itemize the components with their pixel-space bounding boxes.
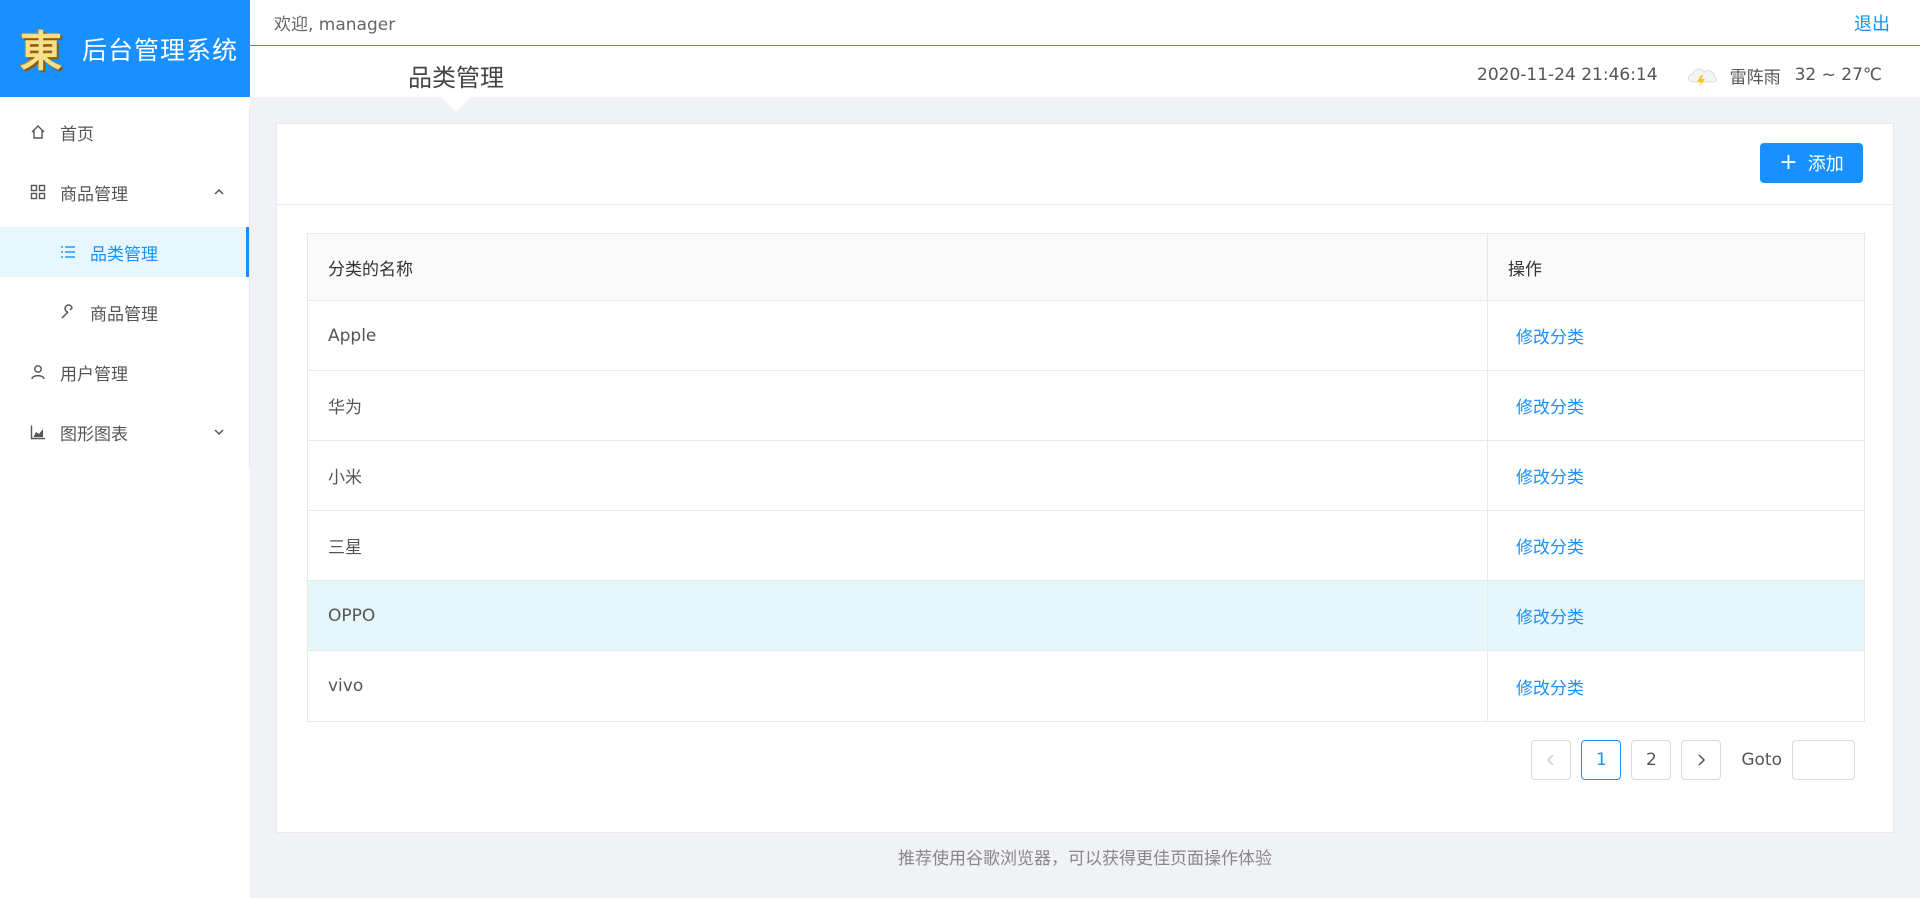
table-row: 华为 修改分类 xyxy=(308,371,1864,441)
next-page-button[interactable] xyxy=(1681,740,1722,780)
chevron-left-icon xyxy=(1547,754,1554,766)
side-menu: 首页 商品管理 品类管理 商品管理 用户管理 图形图表 xyxy=(0,107,250,467)
card-header: + 添加 xyxy=(277,124,1893,205)
column-header-name: 分类的名称 xyxy=(308,234,1488,300)
action-cell: 修改分类 xyxy=(1488,301,1864,370)
sidebar-item-label: 商品管理 xyxy=(60,184,128,205)
sidebar-item-label: 首页 xyxy=(60,124,94,145)
prev-page-button[interactable] xyxy=(1531,740,1572,780)
category-name-cell: OPPO xyxy=(308,581,1488,650)
edit-category-link[interactable]: 修改分类 xyxy=(1516,674,1584,699)
table-header-row: 分类的名称 操作 xyxy=(308,234,1864,301)
title-caret xyxy=(440,96,472,112)
sidebar-item-products-group[interactable]: 商品管理 xyxy=(0,167,249,217)
column-header-action: 操作 xyxy=(1508,259,1542,280)
app-title: 后台管理系统 xyxy=(82,35,239,65)
edit-category-link[interactable]: 修改分类 xyxy=(1516,393,1584,418)
table-row-hovered: OPPO 修改分类 xyxy=(308,581,1864,651)
bars-icon xyxy=(60,244,76,260)
action-cell: 修改分类 xyxy=(1488,511,1864,580)
add-button-label: 添加 xyxy=(1807,154,1844,175)
chevron-down-icon xyxy=(214,429,224,436)
category-name-cell: 三星 xyxy=(308,511,1488,580)
table-row: Apple 修改分类 xyxy=(308,301,1864,371)
sidebar-item-home[interactable]: 首页 xyxy=(0,107,249,157)
goto-page-input[interactable] xyxy=(1792,740,1855,780)
page-title: 品类管理 xyxy=(408,64,504,92)
sidebar: 東 后台管理系统 首页 商品管理 品类管理 商品管理 用户管理 图形图表 xyxy=(0,0,250,898)
temperature-text: 32 ~ 27℃ xyxy=(1794,65,1882,85)
edit-category-link[interactable]: 修改分类 xyxy=(1516,463,1584,488)
user-icon xyxy=(30,364,46,380)
action-cell: 修改分类 xyxy=(1488,651,1864,721)
pagination: 1 2 Goto xyxy=(1521,740,1855,780)
page-button-2[interactable]: 2 xyxy=(1631,740,1672,780)
page-button-1[interactable]: 1 xyxy=(1581,740,1622,780)
edit-category-link[interactable]: 修改分类 xyxy=(1516,603,1584,628)
category-name-cell: vivo xyxy=(308,651,1488,721)
sidebar-item-label: 商品管理 xyxy=(90,304,158,325)
logo-image: 東 xyxy=(19,27,62,76)
sidebar-item-products[interactable]: 商品管理 xyxy=(0,287,249,337)
table-row: 小米 修改分类 xyxy=(308,441,1864,511)
action-cell: 修改分类 xyxy=(1488,371,1864,440)
weather-text: 雷阵雨 xyxy=(1729,67,1781,88)
category-card: + 添加 分类的名称 操作 Apple 修改分类 华为 修改分类 小米 修改分类… xyxy=(276,123,1894,833)
category-name-cell: 华为 xyxy=(308,371,1488,440)
chevron-right-icon xyxy=(1698,754,1706,766)
table-row: 三星 修改分类 xyxy=(308,511,1864,581)
sidebar-item-charts[interactable]: 图形图表 xyxy=(0,407,249,457)
datetime: 2020-11-24 21:46:14 xyxy=(1477,65,1658,85)
home-icon xyxy=(30,124,46,140)
chevron-up-icon xyxy=(214,188,224,195)
header-bottom: 品类管理 2020-11-24 21:46:14 雷阵雨 32 ~ 27℃ xyxy=(250,46,1920,112)
welcome-text: 欢迎, manager xyxy=(274,15,396,35)
sidebar-item-label: 品类管理 xyxy=(90,244,158,265)
edit-category-link[interactable]: 修改分类 xyxy=(1516,323,1584,348)
edit-category-link[interactable]: 修改分类 xyxy=(1516,533,1584,558)
category-table: 分类的名称 操作 Apple 修改分类 华为 修改分类 小米 修改分类 三星 修… xyxy=(307,233,1865,722)
sidebar-item-users[interactable]: 用户管理 xyxy=(0,347,249,397)
add-button[interactable]: + 添加 xyxy=(1760,143,1863,183)
action-cell: 修改分类 xyxy=(1488,441,1864,510)
logo[interactable]: 東 后台管理系统 xyxy=(0,0,250,97)
table-row: vivo 修改分类 xyxy=(308,651,1864,721)
category-name-cell: Apple xyxy=(308,301,1488,370)
header: 欢迎, manager 退出 品类管理 2020-11-24 21:46:14 … xyxy=(250,0,1920,112)
sidebar-item-category[interactable]: 品类管理 xyxy=(0,227,249,277)
header-top: 欢迎, manager 退出 xyxy=(250,0,1920,46)
tool-icon xyxy=(60,304,76,320)
thunderstorm-icon xyxy=(1687,68,1717,87)
sidebar-item-label: 图形图表 xyxy=(60,424,128,445)
goto-label: Goto xyxy=(1741,750,1782,770)
action-cell: 修改分类 xyxy=(1488,581,1864,650)
sidebar-item-label: 用户管理 xyxy=(60,364,128,385)
footer-note: 推荐使用谷歌浏览器，可以获得更佳页面操作体验 xyxy=(898,849,1272,869)
plus-icon: + xyxy=(1779,150,1798,175)
area-chart-icon xyxy=(30,424,46,440)
appstore-icon xyxy=(30,184,46,200)
logout-link[interactable]: 退出 xyxy=(1854,10,1890,36)
header-info: 2020-11-24 21:46:14 雷阵雨 32 ~ 27℃ xyxy=(1477,62,1882,88)
category-name-cell: 小米 xyxy=(308,441,1488,510)
